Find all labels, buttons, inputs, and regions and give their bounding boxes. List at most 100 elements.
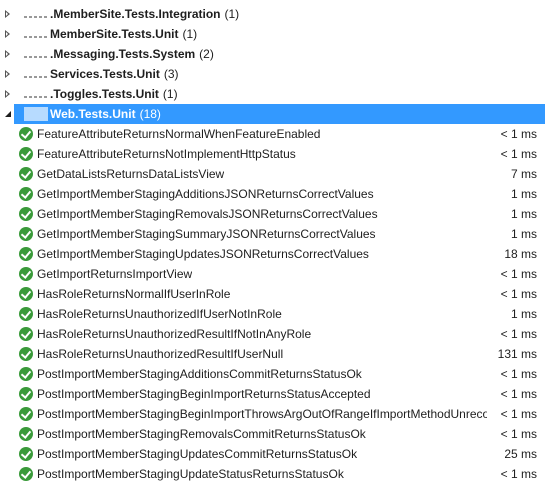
test-row[interactable]: GetImportReturnsImportView < 1 ms — [0, 264, 545, 284]
passed-check-icon — [19, 147, 33, 161]
test-duration: < 1 ms — [500, 127, 537, 141]
group-label: MemberSite.Tests.Unit (1) — [22, 24, 197, 44]
test-name: HasRoleReturnsNormalIfUserInRole — [37, 287, 231, 301]
test-group-row[interactable]: MemberSite.Tests.Unit (1) — [0, 24, 545, 44]
test-row[interactable]: FeatureAttributeReturnsNormalWhenFeature… — [0, 124, 545, 144]
group-count: (3) — [163, 67, 179, 81]
test-name: PostImportMemberStagingBeginImportThrows… — [37, 407, 487, 421]
passed-check-icon — [19, 207, 33, 221]
test-row[interactable]: HasRoleReturnsUnauthorizedResultIfUserNu… — [0, 344, 545, 364]
test-row[interactable]: HasRoleReturnsUnauthorizedIfUserNotInRol… — [0, 304, 545, 324]
passed-check-icon — [19, 387, 33, 401]
group-label: Services.Tests.Unit (3) — [22, 64, 179, 84]
test-list: FeatureAttributeReturnsNormalWhenFeature… — [0, 124, 545, 484]
test-duration: < 1 ms — [500, 327, 537, 341]
passed-check-icon — [19, 467, 33, 481]
chevron-right-icon[interactable] — [3, 44, 13, 64]
group-count: (18) — [139, 107, 161, 121]
group-name: Services.Tests.Unit — [50, 67, 160, 81]
test-name: HasRoleReturnsUnauthorizedResultIfNotInA… — [37, 327, 312, 341]
chevron-right-icon[interactable] — [3, 24, 13, 44]
redacted-text — [22, 64, 50, 84]
passed-check-icon — [19, 307, 33, 321]
test-row[interactable]: GetImportMemberStagingRemovalsJSONReturn… — [0, 204, 545, 224]
test-name: FeatureAttributeReturnsNotImplementHttpS… — [37, 147, 296, 161]
group-name: .Messaging.Tests.System — [50, 47, 196, 61]
redacted-text — [22, 104, 50, 124]
group-name: .Toggles.Tests.Unit — [50, 87, 159, 101]
test-group-row[interactable]: Services.Tests.Unit (3) — [0, 64, 545, 84]
test-row[interactable]: FeatureAttributeReturnsNotImplementHttpS… — [0, 144, 545, 164]
test-row[interactable]: PostImportMemberStagingBeginImportThrows… — [0, 404, 545, 424]
chevron-right-icon[interactable] — [3, 64, 13, 84]
test-duration: < 1 ms — [500, 287, 537, 301]
test-name: GetImportReturnsImportView — [37, 267, 193, 281]
test-group-row[interactable]: .Messaging.Tests.System (2) — [0, 44, 545, 64]
test-duration: 1 ms — [510, 207, 537, 221]
test-name: HasRoleReturnsUnauthorizedResultIfUserNu… — [37, 347, 284, 361]
test-duration: 1 ms — [510, 187, 537, 201]
test-duration: < 1 ms — [500, 467, 537, 481]
test-name: HasRoleReturnsUnauthorizedIfUserNotInRol… — [37, 307, 282, 321]
group-name: MemberSite.Tests.Unit — [50, 27, 179, 41]
passed-check-icon — [19, 367, 33, 381]
redacted-text — [22, 44, 50, 64]
test-row[interactable]: GetDataListsReturnsDataListsView 7 ms — [0, 164, 545, 184]
test-duration: < 1 ms — [500, 427, 537, 441]
chevron-right-icon[interactable] — [3, 4, 13, 24]
test-row[interactable]: PostImportMemberStagingUpdatesCommitRetu… — [0, 444, 545, 464]
test-row[interactable]: PostImportMemberStagingBeginImportReturn… — [0, 384, 545, 404]
test-name: GetImportMemberStagingSummaryJSONReturns… — [37, 227, 376, 241]
passed-check-icon — [19, 447, 33, 461]
test-name: PostImportMemberStagingUpdateStatusRetur… — [37, 467, 344, 481]
passed-check-icon — [19, 167, 33, 181]
test-duration: 18 ms — [504, 247, 537, 261]
test-row[interactable]: PostImportMemberStagingRemovalsCommitRet… — [0, 424, 545, 444]
redacted-text — [22, 24, 50, 44]
test-name: GetDataListsReturnsDataListsView — [37, 167, 225, 181]
passed-check-icon — [19, 347, 33, 361]
test-duration: < 1 ms — [500, 367, 537, 381]
passed-check-icon — [19, 287, 33, 301]
passed-check-icon — [19, 247, 33, 261]
group-label: Web.Tests.Unit (18) — [22, 104, 161, 124]
test-duration: 7 ms — [510, 167, 537, 181]
test-row[interactable]: HasRoleReturnsUnauthorizedResultIfNotInA… — [0, 324, 545, 344]
passed-check-icon — [19, 267, 33, 281]
passed-check-icon — [19, 327, 33, 341]
test-name: PostImportMemberStagingRemovalsCommitRet… — [37, 427, 366, 441]
passed-check-icon — [19, 227, 33, 241]
test-duration: 1 ms — [510, 227, 537, 241]
test-duration: 1 ms — [510, 307, 537, 321]
group-name: Web.Tests.Unit — [50, 107, 136, 121]
test-row[interactable]: PostImportMemberStagingUpdateStatusRetur… — [0, 464, 545, 484]
test-row[interactable]: PostImportMemberStagingAdditionsCommitRe… — [0, 364, 545, 384]
test-name: GetImportMemberStagingRemovalsJSONReturn… — [37, 207, 378, 221]
group-count: (1) — [162, 87, 178, 101]
test-row[interactable]: GetImportMemberStagingAdditionsJSONRetur… — [0, 184, 545, 204]
passed-check-icon — [19, 187, 33, 201]
test-name: GetImportMemberStagingAdditionsJSONRetur… — [37, 187, 374, 201]
group-label: .Messaging.Tests.System (2) — [22, 44, 214, 64]
test-duration: < 1 ms — [500, 267, 537, 281]
test-duration: < 1 ms — [500, 147, 537, 161]
test-name: PostImportMemberStagingUpdatesCommitRetu… — [37, 447, 358, 461]
passed-check-icon — [19, 127, 33, 141]
redacted-text — [22, 84, 50, 104]
test-group-row-selected[interactable]: Web.Tests.Unit (18) — [5, 104, 545, 124]
passed-check-icon — [19, 427, 33, 441]
test-explorer-tree: .MemberSite.Tests.Integration (1) MemberS… — [0, 4, 545, 484]
test-name: GetImportMemberStagingUpdatesJSONReturns… — [37, 247, 369, 261]
test-group-row[interactable]: .Toggles.Tests.Unit (1) — [0, 84, 545, 104]
chevron-right-icon[interactable] — [3, 84, 13, 104]
group-name: .MemberSite.Tests.Integration — [50, 7, 221, 21]
test-name: PostImportMemberStagingAdditionsCommitRe… — [37, 367, 362, 381]
test-row[interactable]: GetImportMemberStagingSummaryJSONReturns… — [0, 224, 545, 244]
test-row[interactable]: GetImportMemberStagingUpdatesJSONReturns… — [0, 244, 545, 264]
group-count: (1) — [224, 7, 240, 21]
group-count: (1) — [182, 27, 198, 41]
chevron-down-icon[interactable] — [3, 104, 13, 124]
test-row[interactable]: HasRoleReturnsNormalIfUserInRole < 1 ms — [0, 284, 545, 304]
group-label: .MemberSite.Tests.Integration (1) — [22, 4, 239, 24]
test-group-row[interactable]: .MemberSite.Tests.Integration (1) — [0, 4, 545, 24]
